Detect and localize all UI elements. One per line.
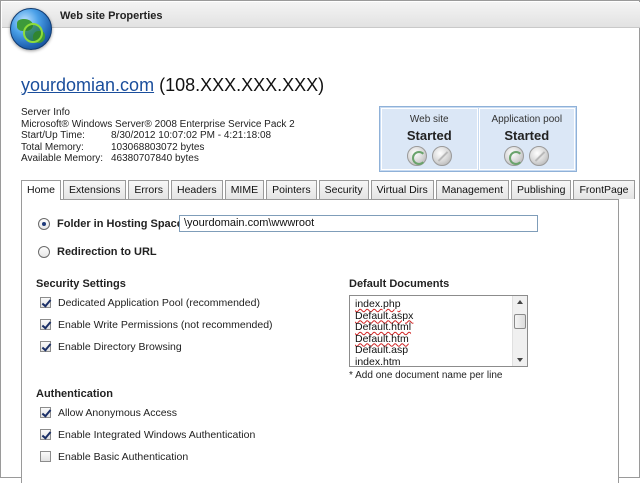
windows-auth-checkbox[interactable] — [40, 429, 51, 440]
website-stop-icon[interactable] — [431, 146, 452, 166]
window: Web site Properties yourdomian.com (108.… — [0, 0, 640, 483]
tab-publishing[interactable]: Publishing — [511, 180, 572, 199]
security-settings-heading: Security Settings — [36, 278, 126, 290]
globe-icon — [10, 8, 52, 50]
app-pool-status-value: Started — [504, 128, 550, 143]
default-documents-textarea[interactable]: index.php Default.aspx Default.html Defa… — [349, 295, 528, 367]
website-status-title: Web site — [409, 114, 449, 125]
total-memory-value: 103068803072 bytes — [111, 141, 205, 153]
documents-scrollbar[interactable] — [512, 296, 527, 366]
document-item: Default.html — [355, 321, 412, 333]
anonymous-access-label: Allow Anonymous Access — [58, 407, 178, 419]
write-permissions-checkbox[interactable] — [40, 319, 51, 330]
website-status-value: Started — [406, 128, 452, 143]
server-os: Microsoft® Windows Server® 2008 Enterpri… — [21, 118, 295, 130]
available-memory-label: Available Memory: — [21, 153, 104, 164]
app-pool-status-title: Application pool — [491, 114, 563, 125]
document-item: Default.asp — [355, 344, 409, 356]
total-memory-label: Total Memory: — [21, 141, 84, 153]
title-bar: Web site Properties — [2, 2, 640, 28]
anonymous-access-checkbox[interactable] — [40, 407, 51, 418]
ip-address: (108.XXX.XXX.XXX) — [159, 75, 325, 95]
folder-option-label: Folder in Hosting Space — [57, 218, 183, 230]
app-pool-recycle-icon[interactable] — [504, 146, 525, 166]
domain-link[interactable]: yourdomian.com — [21, 75, 154, 95]
tab-virtual-dirs[interactable]: Virtual Dirs — [370, 180, 434, 199]
server-info-row: Available Memory: 46380707840 bytes — [21, 153, 295, 165]
redirect-option-label: Redirection to URL — [57, 246, 157, 258]
authentication-heading: Authentication — [36, 388, 113, 400]
website-start-icon[interactable] — [406, 146, 427, 166]
document-item: index.htm — [355, 355, 401, 367]
basic-auth-checkbox[interactable] — [40, 451, 51, 462]
window-title: Web site Properties — [60, 10, 163, 22]
tab-security[interactable]: Security — [318, 180, 369, 199]
tab-home[interactable]: Home — [21, 180, 62, 200]
write-permissions-label: Enable Write Permissions (not recommende… — [58, 319, 273, 331]
site-heading: yourdomian.com (108.XXX.XXX.XXX) — [21, 75, 324, 96]
tab-management[interactable]: Management — [435, 180, 510, 199]
scroll-down-icon[interactable] — [517, 358, 523, 362]
directory-browsing-checkbox[interactable] — [40, 341, 51, 352]
tab-frontpage[interactable]: FrontPage — [573, 180, 635, 199]
server-info: Server Info Microsoft® Windows Server® 2… — [21, 107, 295, 165]
home-panel: Folder in Hosting Space \yourdomain.com\… — [21, 199, 619, 483]
website-status: Web site Started — [381, 108, 478, 170]
server-info-heading: Server Info — [21, 107, 70, 118]
folder-radio[interactable] — [38, 218, 50, 230]
redirect-radio[interactable] — [38, 246, 50, 258]
scroll-up-icon[interactable] — [517, 300, 523, 304]
windows-auth-label: Enable Integrated Windows Authentication — [58, 429, 256, 441]
document-item: index.php — [355, 298, 401, 310]
start-up-time-label: Start/Up Time: — [21, 130, 85, 141]
directory-browsing-label: Enable Directory Browsing — [58, 341, 182, 353]
start-up-time-value: 8/30/2012 10:07:02 PM - 4:21:18:08 — [111, 130, 272, 141]
available-memory-value: 46380707840 bytes — [111, 153, 199, 164]
folder-path-input[interactable]: \yourdomain.com\wwwroot — [179, 215, 538, 232]
tab-extensions[interactable]: Extensions — [63, 180, 127, 199]
server-info-row: Start/Up Time: 8/30/2012 10:07:02 PM - 4… — [21, 130, 295, 142]
dedicated-pool-checkbox[interactable] — [40, 297, 51, 308]
tab-pointers[interactable]: Pointers — [266, 180, 317, 199]
app-pool-stop-icon[interactable] — [529, 146, 550, 166]
scroll-thumb[interactable] — [514, 314, 526, 329]
tab-mime[interactable]: MIME — [224, 180, 265, 199]
default-documents-note: * Add one document name per line — [349, 370, 503, 381]
dedicated-pool-label: Dedicated Application Pool (recommended) — [58, 297, 260, 309]
tab-errors[interactable]: Errors — [128, 180, 169, 199]
tab-bar: Home Extensions Errors Headers MIME Poin… — [21, 180, 637, 200]
server-info-row: Total Memory: 103068803072 bytes — [21, 142, 295, 154]
tab-headers[interactable]: Headers — [170, 180, 223, 199]
basic-auth-label: Enable Basic Authentication — [58, 451, 189, 463]
status-panel: Web site Started Application pool Starte… — [379, 106, 577, 172]
app-pool-status: Application pool Started — [478, 108, 575, 170]
default-documents-heading: Default Documents — [349, 278, 450, 290]
